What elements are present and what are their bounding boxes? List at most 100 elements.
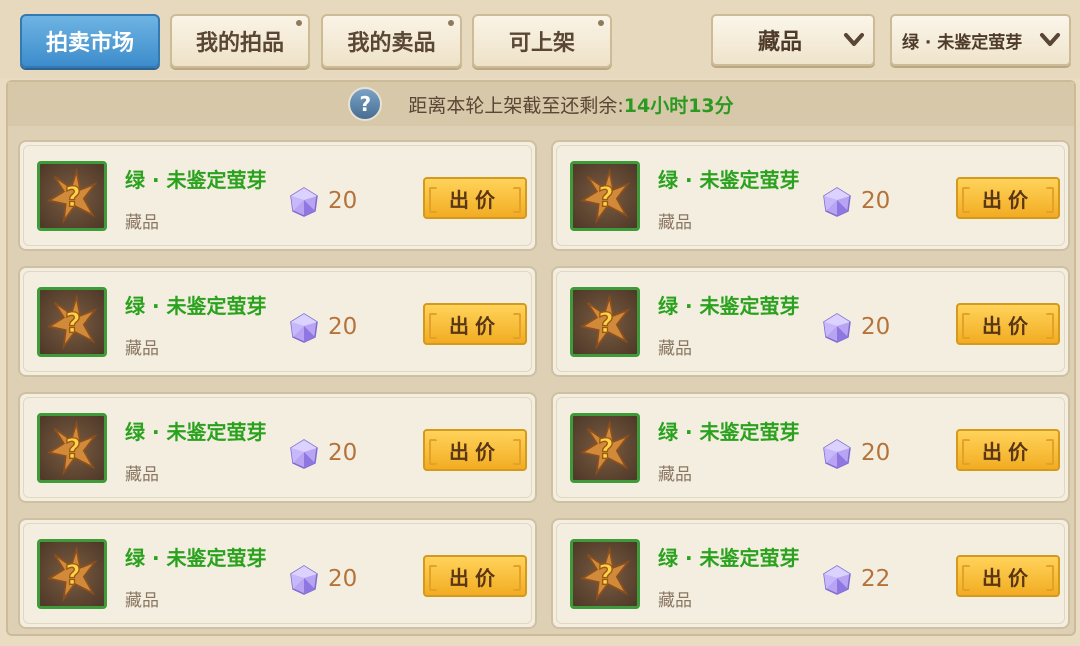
- tab-label: 我的卖品: [347, 31, 436, 56]
- item-category: 藏品: [658, 339, 692, 359]
- item-thumbnail[interactable]: ?: [37, 287, 107, 357]
- item-dropdown[interactable]: 绿 · 未鉴定萤芽: [890, 14, 1071, 66]
- mystery-item-icon: ?: [579, 293, 631, 350]
- bid-button-label: 出价: [982, 565, 1034, 590]
- category-dropdown[interactable]: 藏品: [711, 14, 875, 66]
- tab-label: 我的拍品: [195, 31, 284, 56]
- chevron-down-icon: [1040, 33, 1060, 46]
- bid-button[interactable]: 出价: [423, 177, 527, 219]
- item-thumbnail[interactable]: ?: [570, 161, 640, 231]
- tab-auction-market[interactable]: 拍卖市场: [20, 14, 160, 68]
- tab-my-bids[interactable]: 我的拍品: [170, 14, 310, 68]
- item-name: 绿 · 未鉴定萤芽: [658, 294, 800, 318]
- bid-button[interactable]: 出价: [956, 303, 1060, 345]
- item-price: 20: [328, 314, 358, 340]
- item-category: 藏品: [125, 591, 159, 611]
- item-thumbnail[interactable]: ?: [570, 413, 640, 483]
- bid-button[interactable]: 出价: [956, 177, 1060, 219]
- svg-text:?: ?: [598, 434, 614, 465]
- item-price: 20: [861, 440, 891, 466]
- top-bar: 拍卖市场 我的拍品 我的卖品 可上架 藏品 绿 · 未鉴定萤芽: [0, 0, 1080, 78]
- bid-button-label: 出价: [982, 313, 1034, 338]
- item-category: 藏品: [658, 591, 692, 611]
- item-category: 藏品: [125, 339, 159, 359]
- mystery-item-icon: ?: [579, 419, 631, 476]
- item-price: 20: [861, 314, 891, 340]
- mystery-item-icon: ?: [46, 419, 98, 476]
- timer-bar: ? 距离本轮上架截至还剩余: 14小时13分: [8, 82, 1074, 126]
- item-name: 绿 · 未鉴定萤芽: [125, 546, 267, 570]
- item-thumbnail[interactable]: ?: [37, 161, 107, 231]
- item-name: 绿 · 未鉴定萤芽: [658, 168, 800, 192]
- bid-button-label: 出价: [449, 565, 501, 590]
- dot-icon: [598, 20, 604, 26]
- item-price: 20: [861, 188, 891, 214]
- item-thumbnail[interactable]: ?: [570, 539, 640, 609]
- item-category: 藏品: [125, 465, 159, 485]
- listing-card: ? 绿 · 未鉴定萤芽藏品 20 出价: [18, 266, 537, 377]
- diamond-icon: [823, 565, 851, 595]
- listing-card: ? 绿 · 未鉴定萤芽 藏品 20 出价: [18, 140, 537, 251]
- item-name: 绿 · 未鉴定萤芽: [658, 420, 800, 444]
- tab-label: 拍卖市场: [45, 31, 134, 56]
- svg-text:?: ?: [65, 182, 81, 213]
- listing-card: ? 绿 · 未鉴定萤芽藏品 20 出价: [18, 518, 537, 629]
- listing-card: ? 绿 · 未鉴定萤芽藏品 20 出价: [18, 392, 537, 503]
- bid-button-label: 出价: [449, 187, 501, 212]
- item-category: 藏品: [125, 213, 159, 233]
- diamond-icon: [823, 313, 851, 343]
- diamond-icon: [290, 439, 318, 469]
- bid-button[interactable]: 出价: [423, 429, 527, 471]
- dot-icon: [296, 20, 302, 26]
- tab-listable[interactable]: 可上架: [472, 14, 612, 68]
- bid-button[interactable]: 出价: [956, 555, 1060, 597]
- diamond-icon: [290, 187, 318, 217]
- chevron-down-icon: [844, 33, 864, 46]
- diamond-icon: [290, 313, 318, 343]
- svg-text:?: ?: [598, 182, 614, 213]
- mystery-item-icon: ?: [46, 167, 98, 224]
- bid-button[interactable]: 出价: [956, 429, 1060, 471]
- tab-label: 可上架: [508, 31, 575, 56]
- timer-label: 距离本轮上架截至还剩余:: [408, 94, 624, 117]
- mystery-item-icon: ?: [46, 545, 98, 602]
- bid-button-label: 出价: [449, 313, 501, 338]
- listing-card: ? 绿 · 未鉴定萤芽藏品 20 出价: [551, 140, 1070, 251]
- item-dropdown-value: 绿 · 未鉴定萤芽: [902, 32, 1023, 53]
- listing-card: ? 绿 · 未鉴定萤芽 藏品 22 出价: [551, 518, 1070, 629]
- bid-button[interactable]: 出价: [423, 303, 527, 345]
- mystery-item-icon: ?: [46, 293, 98, 350]
- item-thumbnail[interactable]: ?: [37, 539, 107, 609]
- category-dropdown-value: 藏品: [757, 30, 802, 55]
- item-thumbnail[interactable]: ?: [37, 413, 107, 483]
- item-category: 藏品: [658, 213, 692, 233]
- diamond-icon: [290, 565, 318, 595]
- item-price: 20: [328, 440, 358, 466]
- diamond-icon: [823, 187, 851, 217]
- svg-text:?: ?: [65, 434, 81, 465]
- bid-button-label: 出价: [982, 439, 1034, 464]
- timer-value: 14小时13分: [623, 94, 734, 117]
- svg-text:?: ?: [65, 560, 81, 591]
- listing-card: ? 绿 · 未鉴定萤芽藏品 20 出价: [551, 266, 1070, 377]
- listing-card: ? 绿 · 未鉴定萤芽藏品 20 出价: [551, 392, 1070, 503]
- item-thumbnail[interactable]: ?: [570, 287, 640, 357]
- bid-button[interactable]: 出价: [423, 555, 527, 597]
- mystery-item-icon: ?: [579, 545, 631, 602]
- tab-my-sales[interactable]: 我的卖品: [321, 14, 462, 68]
- item-price: 20: [328, 566, 358, 592]
- item-price: 20: [328, 188, 358, 214]
- svg-text:?: ?: [598, 308, 614, 339]
- bid-button-label: 出价: [449, 439, 501, 464]
- item-name: 绿 · 未鉴定萤芽: [658, 546, 800, 570]
- dot-icon: [448, 20, 454, 26]
- bid-button-label: 出价: [982, 187, 1034, 212]
- svg-text:?: ?: [65, 308, 81, 339]
- svg-text:?: ?: [598, 560, 614, 591]
- item-name: 绿 · 未鉴定萤芽: [125, 420, 267, 444]
- item-category: 藏品: [658, 465, 692, 485]
- item-name: 绿 · 未鉴定萤芽: [125, 294, 267, 318]
- mystery-item-icon: ?: [579, 167, 631, 224]
- diamond-icon: [823, 439, 851, 469]
- help-icon[interactable]: ?: [348, 87, 383, 121]
